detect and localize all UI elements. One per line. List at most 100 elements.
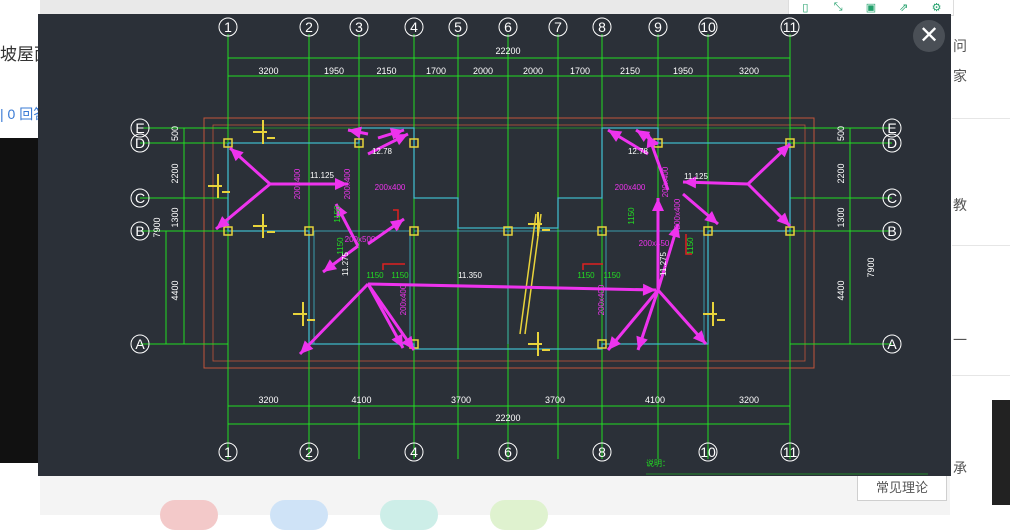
beam-size-label: 200x400: [673, 198, 682, 229]
axis-label: 6: [504, 19, 512, 35]
elevation-label: 11.275: [659, 252, 668, 276]
axis-label: A: [887, 336, 897, 352]
axis-label: 11: [783, 444, 798, 460]
close-icon: ✕: [918, 22, 940, 49]
detail-symbol: [528, 332, 550, 356]
background-right-text: 问: [953, 38, 967, 54]
slope-arrowhead: [401, 335, 414, 350]
dimension-value: 4400: [836, 280, 846, 300]
dimension-value: 2000: [523, 66, 543, 76]
elevation-label: 12.78: [372, 147, 393, 156]
valley-line: [519, 213, 542, 335]
background-round-button[interactable]: [380, 500, 438, 530]
axis-label: D: [135, 135, 145, 151]
dimension-value: 2150: [620, 66, 640, 76]
dimension-total: 22200: [495, 46, 520, 56]
dimension-value: 1950: [324, 66, 344, 76]
axis-label: B: [135, 223, 144, 239]
dimension-value: 3200: [739, 395, 759, 405]
divider: [952, 118, 1010, 119]
detail-symbol: [703, 302, 725, 326]
elevation-label: 11.125: [684, 172, 708, 181]
background-round-button[interactable]: [160, 500, 218, 530]
dimension-value: 1300: [170, 207, 180, 227]
slope-arrowhead: [646, 134, 659, 149]
expand-icon[interactable]: ⤡: [822, 0, 855, 15]
slope-arrow: [367, 282, 657, 292]
cad-drawing: 1 2 3 4 5 6 7 8 9 10 111 2 4 6 8 10 11E ED DC CB BA A22200320…: [130, 17, 928, 475]
axis-label: 4: [410, 19, 418, 35]
detail-symbol: [253, 214, 275, 238]
dimension-value: 1300: [836, 207, 846, 227]
background-avatar-photo: [992, 400, 1010, 505]
dimension-value: 3700: [451, 395, 471, 405]
dimension-value: 1700: [426, 66, 446, 76]
dimension-value: 1950: [673, 66, 693, 76]
background-right-text: 承: [953, 460, 967, 476]
axis-label: C: [135, 190, 145, 206]
background-round-button[interactable]: [270, 500, 328, 530]
dimension-value: 2000: [473, 66, 493, 76]
section-mark: [582, 263, 603, 270]
axis-label: B: [887, 223, 896, 239]
elevation-label: 12.78: [628, 147, 649, 156]
background-preview-thumbnail: [0, 138, 40, 463]
axis-label: 8: [598, 19, 606, 35]
detail-symbol: [208, 174, 230, 198]
save-icon[interactable]: ▣: [855, 0, 888, 15]
background-right-text: 教: [953, 197, 967, 213]
slope-arrowhead: [652, 198, 664, 211]
dimension-value: 500: [170, 126, 180, 141]
rebar-label: 1150: [627, 207, 636, 225]
beam-size-label: 200x400: [597, 284, 606, 315]
beam-size-label: 200x450: [639, 239, 670, 248]
dimension-value: 4100: [351, 395, 371, 405]
dimension-value: 3200: [258, 66, 278, 76]
axis-label: 10: [700, 444, 716, 460]
dimension-value: 2150: [376, 66, 396, 76]
rebar-label: 1150: [366, 271, 384, 280]
file-icon[interactable]: ▯: [789, 0, 822, 15]
dimension-value: 1700: [570, 66, 590, 76]
dimension-value: 4400: [170, 280, 180, 300]
background-right-text: 一: [953, 332, 967, 348]
close-viewer-button[interactable]: ✕: [913, 20, 945, 52]
settings-icon[interactable]: ⚙: [920, 0, 953, 15]
axis-label: 7: [554, 19, 562, 35]
beam-size-label: 200x500: [345, 235, 376, 244]
dimension-value: 3700: [545, 395, 565, 405]
axis-label: 11: [783, 19, 798, 35]
dimension-value: 2200: [836, 163, 846, 183]
axis-label: 2: [305, 19, 313, 35]
axis-label: C: [887, 190, 897, 206]
axis-label: 5: [454, 19, 462, 35]
detail-symbol: [293, 302, 315, 326]
background-bottom-button[interactable]: 常见理论: [857, 473, 947, 501]
drawing-note-title: 说明：: [646, 458, 670, 468]
rebar-label: 1150: [686, 237, 695, 255]
elevation-label: 11.350: [458, 271, 482, 280]
rebar-label: 1150: [391, 271, 409, 280]
axis-label: 10: [700, 19, 716, 35]
dimension-value: 2200: [170, 163, 180, 183]
rebar-label: 1150: [603, 271, 621, 280]
share-icon[interactable]: ⇗: [887, 0, 920, 15]
slope-arrowhead: [348, 126, 362, 139]
axis-label: 6: [504, 444, 512, 460]
roof-outline: [212, 124, 806, 362]
axis-label: D: [887, 135, 897, 151]
axis-label: 2: [305, 444, 313, 460]
background-round-button[interactable]: [490, 500, 548, 530]
roof-outline: [203, 117, 815, 369]
axis-label: 1: [224, 444, 232, 460]
section-mark: [382, 263, 405, 270]
rebar-label: 1150: [577, 271, 595, 280]
elevation-label: 11.125: [310, 171, 334, 180]
axis-label: A: [135, 336, 145, 352]
dimension-total: 7900: [866, 257, 876, 277]
axis-label: 3: [355, 19, 363, 35]
slope-arrowhead: [389, 219, 404, 232]
dimension-value: 4100: [645, 395, 665, 405]
axis-label: 1: [224, 19, 232, 35]
roof-panel: [313, 230, 411, 345]
